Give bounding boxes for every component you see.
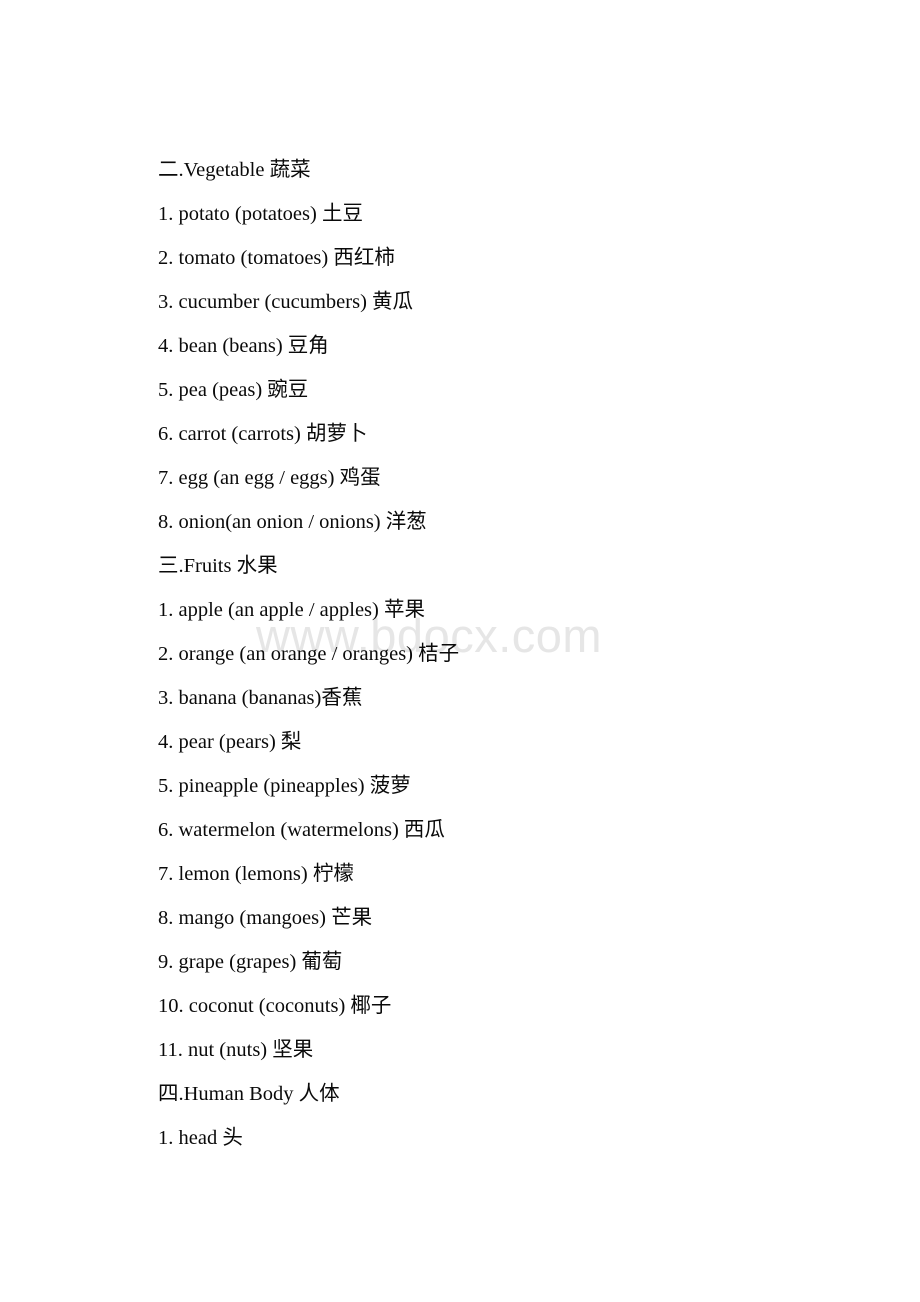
section-heading: 四.Human Body 人体 <box>158 1083 340 1105</box>
vocabulary-item: 9. grape (grapes) 葡萄 <box>158 951 343 973</box>
document-text-body: 二.Vegetable 蔬菜 1. potato (potatoes) 土豆 2. … <box>158 148 860 1160</box>
vocabulary-item: 3. banana (bananas)香蕉 <box>158 687 363 709</box>
vocabulary-item: 4. pear (pears) 梨 <box>158 731 302 753</box>
vocabulary-item: 1. potato (potatoes) 土豆 <box>158 203 363 225</box>
section-heading: 二.Vegetable 蔬菜 <box>158 159 311 181</box>
vocabulary-item: 4. bean (beans) 豆角 <box>158 335 329 357</box>
document-page: www.bdocx.com 二.Vegetable 蔬菜 1. potato (p… <box>0 0 920 1302</box>
vocabulary-item: 2. tomato (tomatoes) 西红柿 <box>158 247 395 269</box>
vocabulary-item: 5. pineapple (pineapples) 菠萝 <box>158 775 411 797</box>
vocabulary-item: 3. cucumber (cucumbers) 黄瓜 <box>158 291 414 313</box>
vocabulary-item: 1. head 头 <box>158 1127 243 1149</box>
vocabulary-item: 6. watermelon (watermelons) 西瓜 <box>158 819 445 841</box>
vocabulary-item: 2. orange (an orange / oranges) 桔子 <box>158 643 460 665</box>
vocabulary-item: 1. apple (an apple / apples) 苹果 <box>158 599 425 621</box>
vocabulary-item: 8. mango (mangoes) 芒果 <box>158 907 373 929</box>
section-heading: 三.Fruits 水果 <box>158 555 278 577</box>
vocabulary-item: 11. nut (nuts) 坚果 <box>158 1039 314 1061</box>
vocabulary-item: 6. carrot (carrots) 胡萝卜 <box>158 423 368 445</box>
vocabulary-item: 7. lemon (lemons) 柠檬 <box>158 863 354 885</box>
vocabulary-item: 7. egg (an egg / eggs) 鸡蛋 <box>158 467 381 489</box>
vocabulary-item: 8. onion(an onion / onions) 洋葱 <box>158 511 427 533</box>
vocabulary-item: 5. pea (peas) 豌豆 <box>158 379 309 401</box>
vocabulary-item: 10. coconut (coconuts) 椰子 <box>158 995 392 1017</box>
